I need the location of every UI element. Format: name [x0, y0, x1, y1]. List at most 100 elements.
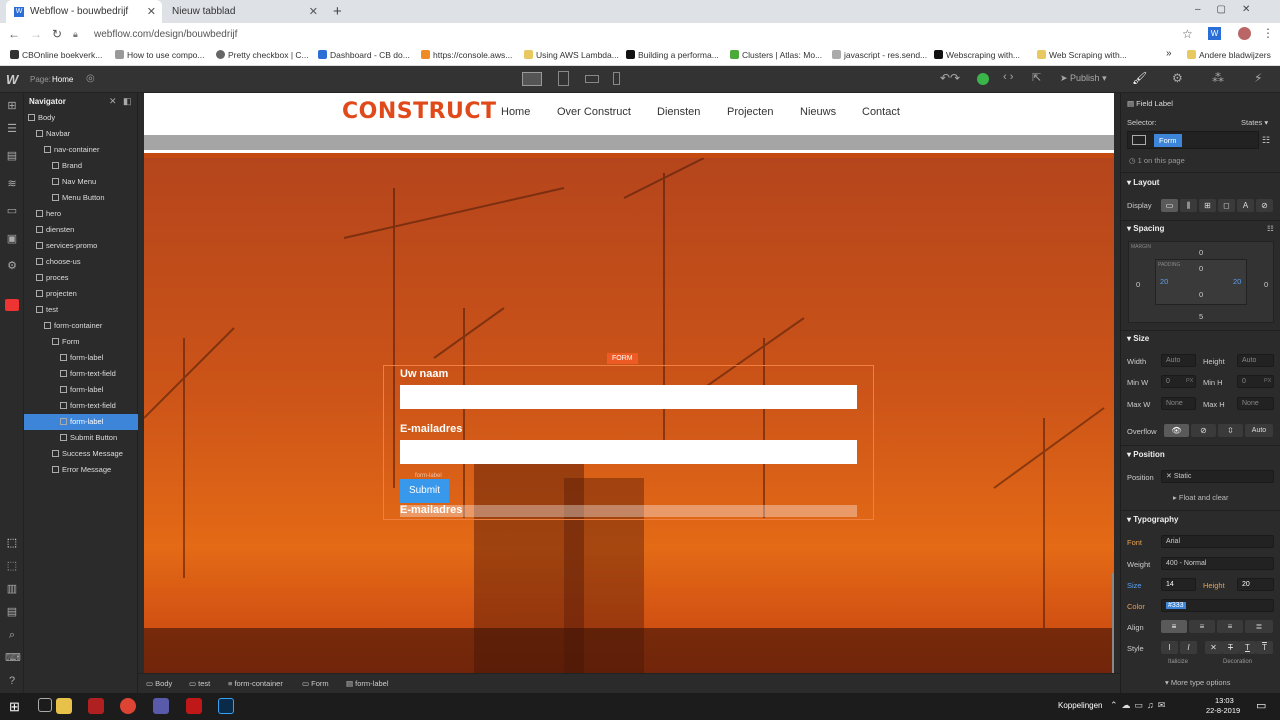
overflow-scroll-icon[interactable]: ⇳	[1218, 424, 1243, 437]
spacing-menu-icon[interactable]: ☷	[1267, 224, 1274, 233]
selector-class-tag[interactable]: Form	[1154, 134, 1182, 147]
reload-icon[interactable]: ↻	[52, 27, 62, 41]
box-select-icon[interactable]: ⬚	[5, 560, 19, 572]
navigator-item[interactable]: form-label	[24, 382, 138, 398]
close-panel-icon[interactable]: ✕	[109, 96, 117, 107]
interactions-icon[interactable]: ⁂	[1212, 71, 1224, 85]
bookmark-item[interactable]: Webscraping with...	[934, 50, 1020, 60]
align-justify-icon[interactable]: ≣	[1245, 620, 1273, 633]
bookmark-star-icon[interactable]: ☆	[1182, 27, 1193, 41]
task-view-icon[interactable]	[38, 698, 52, 712]
padding-box[interactable]: PADDING 0 20 0 20	[1155, 259, 1247, 305]
margin-right[interactable]: 0	[1264, 280, 1268, 289]
breadcrumb-test[interactable]: ▭ test	[189, 679, 210, 688]
padding-top[interactable]: 0	[1199, 264, 1203, 273]
breadcrumb-form-label[interactable]: ▤ form-label	[346, 679, 389, 688]
search-icon[interactable]: ⌕	[5, 629, 19, 641]
select-tool-icon[interactable]: ⬚	[5, 537, 19, 549]
nav-link-diensten[interactable]: Diensten	[657, 106, 700, 118]
strikethrough-icon[interactable]: T	[1222, 641, 1239, 654]
layout-section[interactable]: ▾ Layout	[1127, 178, 1159, 187]
windows-start-icon[interactable]: ⊞	[9, 699, 20, 715]
browser-tab-webflow[interactable]: W Webflow - bouwbedrijf ✕	[6, 0, 162, 23]
italic-off-icon[interactable]: I	[1161, 641, 1178, 654]
publish-button[interactable]: ➤ Publish ▾	[1060, 73, 1107, 84]
navigator-item[interactable]: Error Message	[24, 462, 138, 478]
navigator-item[interactable]: nav-container	[24, 142, 138, 158]
window-controls[interactable]: –▢✕	[1195, 4, 1266, 15]
display-inline-block-icon[interactable]: ◻	[1218, 199, 1235, 212]
design-canvas[interactable]: CONSTRUCT Home Over Construct Diensten P…	[144, 93, 1114, 673]
nav-link-home[interactable]: Home	[501, 106, 530, 118]
display-block-icon[interactable]: ▭	[1161, 199, 1178, 212]
spacing-section[interactable]: ▾ Spacing	[1127, 224, 1164, 233]
selector-menu-icon[interactable]: ☷	[1262, 135, 1270, 146]
submit-button[interactable]: Submit	[400, 479, 449, 503]
visual-studio-icon[interactable]	[153, 698, 169, 714]
navigator-item[interactable]: form-text-field	[24, 398, 138, 414]
mobile-landscape-icon[interactable]	[585, 75, 599, 83]
max-height-input[interactable]: None	[1237, 397, 1274, 410]
breadcrumb-form[interactable]: ▭ Form	[302, 679, 329, 688]
position-section[interactable]: ▾ Position	[1127, 450, 1165, 459]
nav-link-nieuws[interactable]: Nieuws	[800, 106, 836, 118]
desktop-view-icon[interactable]	[522, 72, 542, 86]
navigator-item[interactable]: Submit Button	[24, 430, 138, 446]
bookmark-item[interactable]: javascript - res.send...	[832, 50, 927, 60]
photoshop-icon[interactable]	[218, 698, 234, 714]
file-explorer-icon[interactable]	[56, 698, 72, 714]
navigator-item[interactable]: Success Message	[24, 446, 138, 462]
acrobat-icon[interactable]	[186, 698, 202, 714]
export-icon[interactable]: ⇱	[1032, 71, 1041, 84]
taskbar-date[interactable]: 22-8-2019	[1206, 706, 1240, 715]
bookmark-item[interactable]: Web Scraping with...	[1037, 50, 1127, 60]
cms-icon[interactable]: ≋	[5, 178, 19, 190]
canvas-scrollbar[interactable]	[1112, 573, 1114, 673]
keyboard-icon[interactable]: ⌨︎	[5, 652, 21, 664]
profile-avatar[interactable]	[1238, 27, 1251, 40]
back-icon[interactable]: ←	[8, 27, 20, 41]
close-tab-icon[interactable]: ✕	[147, 5, 156, 18]
webflow-logo-icon[interactable]: W	[6, 72, 18, 87]
overflow-hidden-icon[interactable]: ⊘	[1191, 424, 1216, 437]
margin-left[interactable]: 0	[1136, 280, 1140, 289]
navigator-item[interactable]: form-container	[24, 318, 138, 334]
navigator-item[interactable]: Nav Menu	[24, 174, 138, 190]
navigator-item[interactable]: Brand	[24, 158, 138, 174]
url-field[interactable]: webflow.com/design/bouwbedrijf	[94, 29, 237, 40]
align-center-icon[interactable]: ≡	[1189, 620, 1215, 633]
navigator-item[interactable]: Menu Button	[24, 190, 138, 206]
browser-tab-new[interactable]: Nieuw tabblad ✕	[164, 0, 324, 23]
help-icon[interactable]: ?	[5, 675, 19, 687]
nav-link-over-construct[interactable]: Over Construct	[557, 106, 631, 118]
close-tab-icon[interactable]: ✕	[309, 5, 318, 18]
code-icon[interactable]: ‹ ›	[1003, 71, 1013, 83]
navigator-item[interactable]: choose-us	[24, 254, 138, 270]
align-left-icon[interactable]: ≡	[1161, 620, 1187, 633]
name-input[interactable]	[400, 385, 857, 409]
breadcrumb-form-container[interactable]: ≡ form-container	[228, 679, 283, 688]
bookmark-item[interactable]: Building a performa...	[626, 50, 719, 60]
email-label[interactable]: E-mailadres	[400, 423, 462, 435]
more-type-options-toggle[interactable]: ▾ More type options	[1165, 678, 1230, 687]
nav-link-contact[interactable]: Contact	[862, 106, 900, 118]
padding-bottom[interactable]: 0	[1199, 290, 1203, 299]
font-select[interactable]: Arial	[1161, 535, 1274, 548]
layout-icon[interactable]: ▤	[5, 606, 19, 618]
width-input[interactable]: Auto	[1161, 354, 1196, 367]
padding-left[interactable]: 20	[1160, 277, 1168, 286]
webflow-extension-icon[interactable]: W	[1208, 27, 1221, 40]
navigator-item[interactable]: hero	[24, 206, 138, 222]
mobile-portrait-icon[interactable]	[613, 72, 620, 85]
display-none-icon[interactable]: ⊘	[1256, 199, 1273, 212]
system-tray-icons[interactable]: ⌃☁▭♫✉	[1110, 700, 1169, 711]
breadcrumb-body[interactable]: ▭ Body	[146, 679, 172, 688]
align-right-icon[interactable]: ≡	[1217, 620, 1243, 633]
notifications-icon[interactable]: ▭	[1256, 699, 1266, 712]
weight-select[interactable]: 400 - Normal	[1161, 557, 1274, 570]
other-bookmarks[interactable]: Andere bladwijzers	[1187, 50, 1271, 60]
display-grid-icon[interactable]: ⊞	[1199, 199, 1216, 212]
style-panel-brush-icon[interactable]: 🖌︎	[1132, 71, 1147, 85]
navigator-item[interactable]: form-label	[24, 350, 138, 366]
taskbar-time[interactable]: 13:03	[1215, 696, 1234, 705]
